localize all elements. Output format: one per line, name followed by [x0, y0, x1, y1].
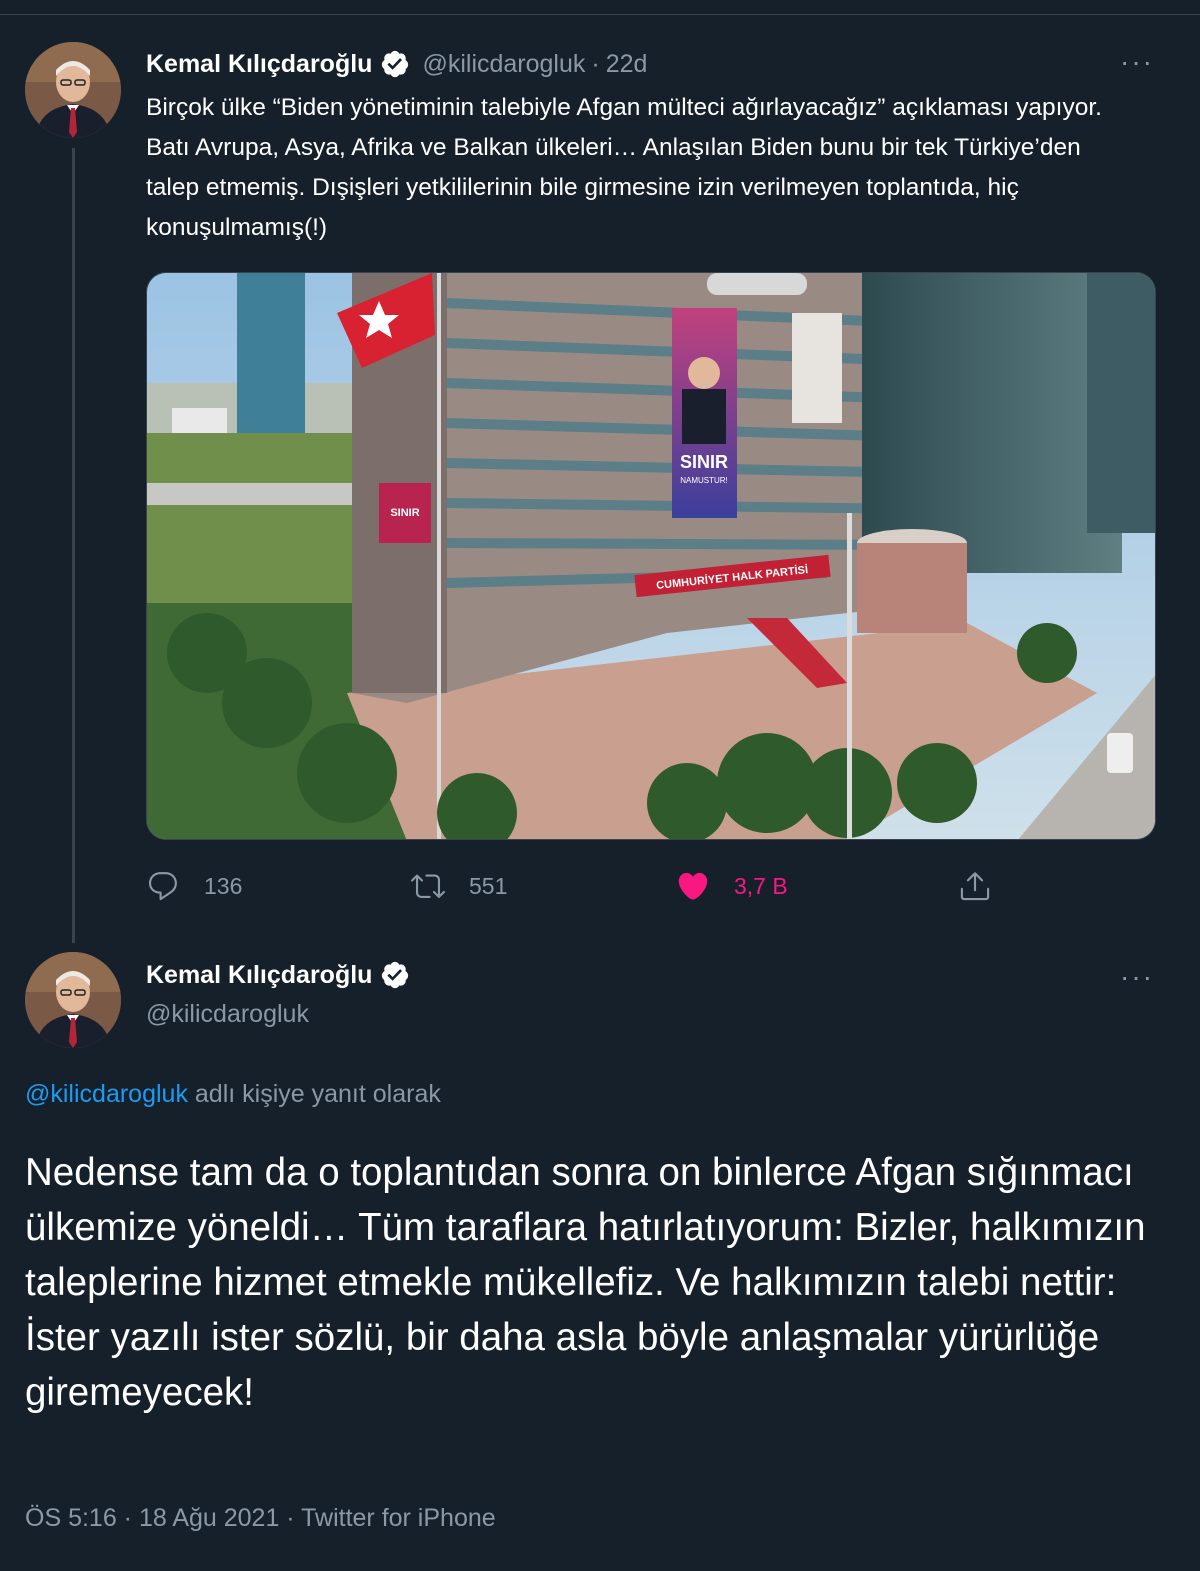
- reply-count: 136: [204, 872, 243, 899]
- heart-filled-icon: [678, 872, 708, 900]
- author-row: Kemal Kılıçdaroğlu: [146, 960, 410, 990]
- author-handle[interactable]: @kilicdarogluk: [422, 50, 585, 79]
- small-banner-title: SINIR: [390, 507, 419, 519]
- share-icon: [960, 872, 990, 901]
- tweet-meta: ÖS 5:16 · 18 Ağu 2021 · Twitter for iPho…: [25, 1504, 496, 1532]
- retweet-icon: [411, 874, 445, 898]
- avatar-image: [25, 42, 121, 138]
- tweet-photo[interactable]: SINIR NAMUSTUR! SINIR CUMHURİYET HALK PA…: [146, 272, 1156, 840]
- avatar[interactable]: [25, 952, 121, 1048]
- tweet-time[interactable]: 22d: [606, 50, 648, 79]
- more-options-icon[interactable]: ···: [1120, 48, 1160, 76]
- more-options-icon[interactable]: ···: [1120, 963, 1160, 991]
- retweet-button[interactable]: 551: [411, 860, 507, 912]
- reply-icon: [148, 872, 177, 901]
- separator: ·: [591, 49, 600, 78]
- retweet-count: 551: [469, 872, 508, 899]
- share-button[interactable]: [958, 860, 992, 912]
- tweet-text: Nedense tam da o toplantıdan sonra on bi…: [25, 1151, 1146, 1414]
- like-count: 3,7 B: [734, 872, 788, 899]
- tweet-header: Kemal Kılıçdaroğlu @kilicdarogluk · 22d: [146, 46, 647, 82]
- reply-to-suffix: adlı kişiye yanıt olarak: [187, 1080, 441, 1108]
- thread-line: [72, 148, 75, 943]
- reply-to-link[interactable]: @kilicdarogluk: [25, 1080, 188, 1108]
- reply-button[interactable]: 136: [146, 860, 242, 912]
- verified-badge-icon: [382, 50, 409, 78]
- author-name[interactable]: Kemal Kılıçdaroğlu: [146, 50, 372, 79]
- like-button[interactable]: 3,7 B: [676, 860, 788, 912]
- avatar[interactable]: [25, 42, 121, 138]
- banner-subtitle: NAMUSTUR!: [680, 476, 728, 485]
- author-handle[interactable]: @kilicdarogluk: [146, 1000, 309, 1029]
- tweet-text: Birçok ülke “Biden yönetiminin talebiyle…: [146, 94, 1102, 241]
- author-name[interactable]: Kemal Kılıçdaroğlu: [146, 961, 372, 990]
- tweet-actions: 136 551 3,7 B: [146, 860, 1006, 912]
- verified-badge-icon: [382, 961, 409, 989]
- avatar-image: [25, 952, 121, 1048]
- replying-to: @kilicdarogluk adlı kişiye yanıt olarak: [25, 1080, 441, 1109]
- banner-title: SINIR: [680, 452, 728, 472]
- building-photo: SINIR NAMUSTUR! SINIR CUMHURİYET HALK PA…: [147, 273, 1155, 839]
